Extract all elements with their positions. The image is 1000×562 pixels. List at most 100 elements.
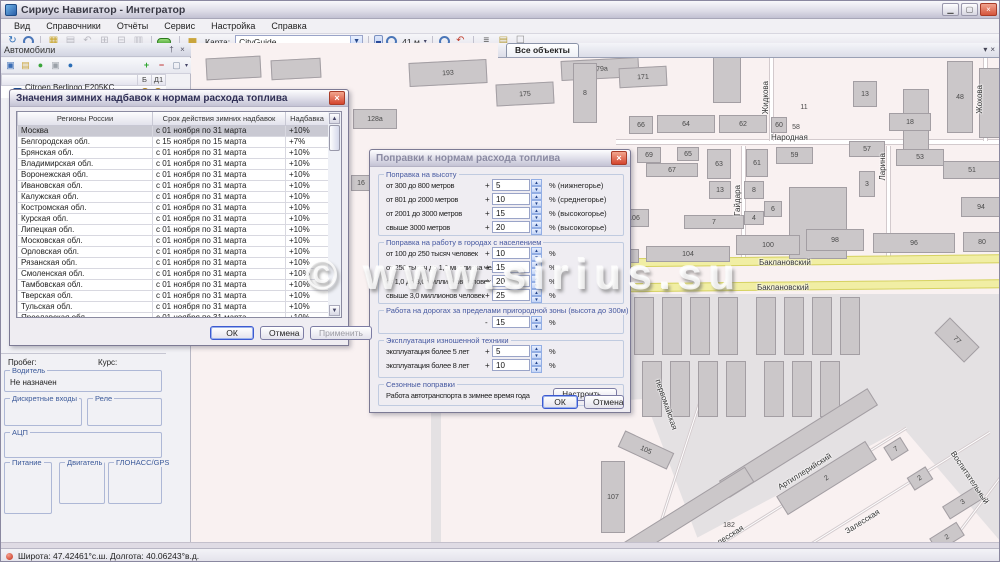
cancel-button[interactable]: Отмена — [584, 395, 624, 409]
spin-down-icon[interactable]: ▼ — [531, 228, 542, 235]
spin-up-icon[interactable]: ▲ — [531, 221, 542, 228]
street-label: Баклановский — [759, 258, 811, 267]
spin-up-icon[interactable]: ▲ — [531, 247, 542, 254]
spin-row: свыше 3000 метров+20▲▼% (высокогорье) — [379, 220, 623, 234]
close-icon[interactable]: × — [611, 151, 627, 165]
app-icon — [5, 4, 17, 16]
spin-input[interactable]: 20 — [492, 275, 530, 287]
close-tab-icon[interactable]: × — [990, 45, 995, 54]
spin-up-icon[interactable]: ▲ — [531, 359, 542, 366]
spin-down-icon[interactable]: ▼ — [531, 366, 542, 373]
winter-dialog-titlebar[interactable]: Значения зимних надбавок к нормам расход… — [10, 90, 348, 107]
report-icon[interactable]: ▤ — [19, 60, 32, 72]
region-row[interactable]: Тверская обл.с 01 ноября по 31 марта+10% — [18, 290, 329, 301]
close-icon[interactable]: × — [329, 91, 345, 105]
spin-input[interactable]: 15 — [492, 261, 530, 273]
spin-up-icon[interactable]: ▲ — [531, 289, 542, 296]
scroll-down-icon[interactable]: ▼ — [329, 305, 340, 316]
gps-status-icon — [6, 553, 13, 560]
table-scrollbar[interactable]: ▲ ▼ — [328, 111, 342, 318]
remove-icon[interactable]: − — [155, 60, 168, 72]
map-building: 58 — [789, 121, 803, 133]
spin-up-icon[interactable]: ▲ — [531, 193, 542, 200]
menu-item-сервис[interactable]: Сервис — [157, 20, 202, 32]
maximize-button[interactable]: ▢ — [961, 3, 978, 16]
region-row[interactable]: Ярославская обл.с 01 ноября по 31 марта+… — [18, 312, 329, 318]
vehicle-key-icon[interactable]: ▣ — [4, 60, 17, 72]
seasonal-label: Работа автотранспорта в зимнее время год… — [386, 391, 530, 400]
corrections-dialog-titlebar[interactable]: Поправки к нормам расхода топлива × — [370, 150, 630, 167]
chevron-down-icon[interactable]: ▾ — [185, 62, 188, 69]
vehicles-panel-title: Автомобили — [4, 45, 166, 55]
spin-input[interactable]: 15 — [492, 316, 530, 328]
map-building — [670, 361, 690, 417]
spin-down-icon[interactable]: ▼ — [531, 296, 542, 303]
region-row[interactable]: Московская обл.с 01 ноября по 31 марта+1… — [18, 235, 329, 246]
spin-input[interactable]: 10 — [492, 247, 530, 259]
pin-icon[interactable]: † — [166, 45, 177, 54]
menu-item-вид[interactable]: Вид — [7, 20, 37, 32]
region-row[interactable]: Костромская обл.с 01 ноября по 31 марта+… — [18, 202, 329, 213]
spin-up-icon[interactable]: ▲ — [531, 345, 542, 352]
ok-button[interactable]: ОК — [542, 395, 578, 409]
region-row[interactable]: Белгородская обл.с 15 ноября по 15 марта… — [18, 136, 329, 147]
columns-icon[interactable]: ▢ — [170, 60, 183, 72]
tab-all-objects[interactable]: Все объекты — [506, 43, 579, 57]
map-tabstrip: Все объекты ▾ × — [498, 43, 1000, 58]
map-building: 80 — [963, 232, 1000, 252]
spin-input[interactable]: 5 — [492, 345, 530, 357]
status-bar: Широта: 47.42461°с.ш. Долгота: 40.06243°… — [1, 548, 1000, 562]
region-row[interactable]: Рязанская обл.с 01 ноября по 31 марта+10… — [18, 257, 329, 268]
close-panel-icon[interactable]: × — [177, 45, 188, 54]
region-row[interactable]: Брянская обл.с 01 ноября по 31 марта+10% — [18, 147, 329, 158]
spin-row: от 801 до 2000 метров+10▲▼% (среднегорье… — [379, 192, 623, 206]
region-row[interactable]: Липецкая обл.с 01 ноября по 31 марта+10% — [18, 224, 329, 235]
spin-up-icon[interactable]: ▲ — [531, 261, 542, 268]
region-row[interactable]: Тульская обл.с 01 ноября по 31 марта+10% — [18, 301, 329, 312]
region-row[interactable]: Москвас 01 ноября по 31 марта+10% — [18, 125, 329, 136]
spin-input[interactable]: 5 — [492, 179, 530, 191]
menu-item-справка[interactable]: Справка — [264, 20, 313, 32]
scroll-up-icon[interactable]: ▲ — [329, 113, 340, 124]
table-column-1[interactable]: Срок действия зимних надбавок — [153, 112, 286, 125]
spin-input[interactable]: 15 — [492, 207, 530, 219]
region-row[interactable]: Тамбовская обл.с 01 ноября по 31 марта+1… — [18, 279, 329, 290]
region-row[interactable]: Ивановская обл.с 01 ноября по 31 марта+1… — [18, 180, 329, 191]
camera-icon[interactable]: ▣ — [49, 60, 62, 72]
globe-green-icon[interactable]: ● — [34, 60, 47, 72]
spin-input[interactable]: 25 — [492, 289, 530, 301]
spin-up-icon[interactable]: ▲ — [531, 179, 542, 186]
region-row[interactable]: Владимирская обл.с 01 ноября по 31 марта… — [18, 158, 329, 169]
region-row[interactable]: Калужская обл.с 01 ноября по 31 марта+10… — [18, 191, 329, 202]
spin-up-icon[interactable]: ▲ — [531, 316, 542, 323]
spin-input[interactable]: 10 — [492, 359, 530, 371]
cancel-button[interactable]: Отмена — [260, 326, 304, 340]
region-row[interactable]: Воронежская обл.с 01 ноября по 31 марта+… — [18, 169, 329, 180]
spin-input[interactable]: 20 — [492, 221, 530, 233]
minimize-button[interactable]: ▁ — [942, 3, 959, 16]
altitude-group: Поправка на высоту от 300 до 800 метров+… — [378, 174, 624, 236]
column-header-Д1[interactable]: Д1 — [152, 74, 166, 86]
chevron-down-icon[interactable]: ▾ — [983, 45, 987, 54]
scroll-thumb[interactable] — [329, 125, 340, 151]
close-button[interactable]: × — [980, 3, 997, 16]
menu-item-отчёты[interactable]: Отчёты — [110, 20, 155, 32]
region-row[interactable]: Смоленская обл.с 01 ноября по 31 марта+1… — [18, 268, 329, 279]
spin-input[interactable]: 10 — [492, 193, 530, 205]
add-icon[interactable]: + — [140, 60, 153, 72]
spin-up-icon[interactable]: ▲ — [531, 275, 542, 282]
table-column-0[interactable]: Регионы России — [18, 112, 153, 125]
driver-value: Не назначен — [10, 378, 57, 387]
menu-item-справочники[interactable]: Справочники — [39, 20, 108, 32]
table-column-2[interactable]: Надбавка — [286, 112, 329, 125]
menu-item-настройка[interactable]: Настройка — [204, 20, 262, 32]
spin-down-icon[interactable]: ▼ — [531, 323, 542, 330]
region-row[interactable]: Орловская обл.с 01 ноября по 31 марта+10… — [18, 246, 329, 257]
ok-button[interactable]: ОК — [210, 326, 254, 340]
spin-up-icon[interactable]: ▲ — [531, 207, 542, 214]
region-row[interactable]: Курская обл.с 01 ноября по 31 марта+10% — [18, 213, 329, 224]
map-building: 94 — [961, 197, 1000, 217]
globe-blue-icon[interactable]: ● — [64, 60, 77, 72]
apply-button[interactable]: Применить — [310, 326, 372, 340]
map-building: 69 — [637, 147, 661, 163]
